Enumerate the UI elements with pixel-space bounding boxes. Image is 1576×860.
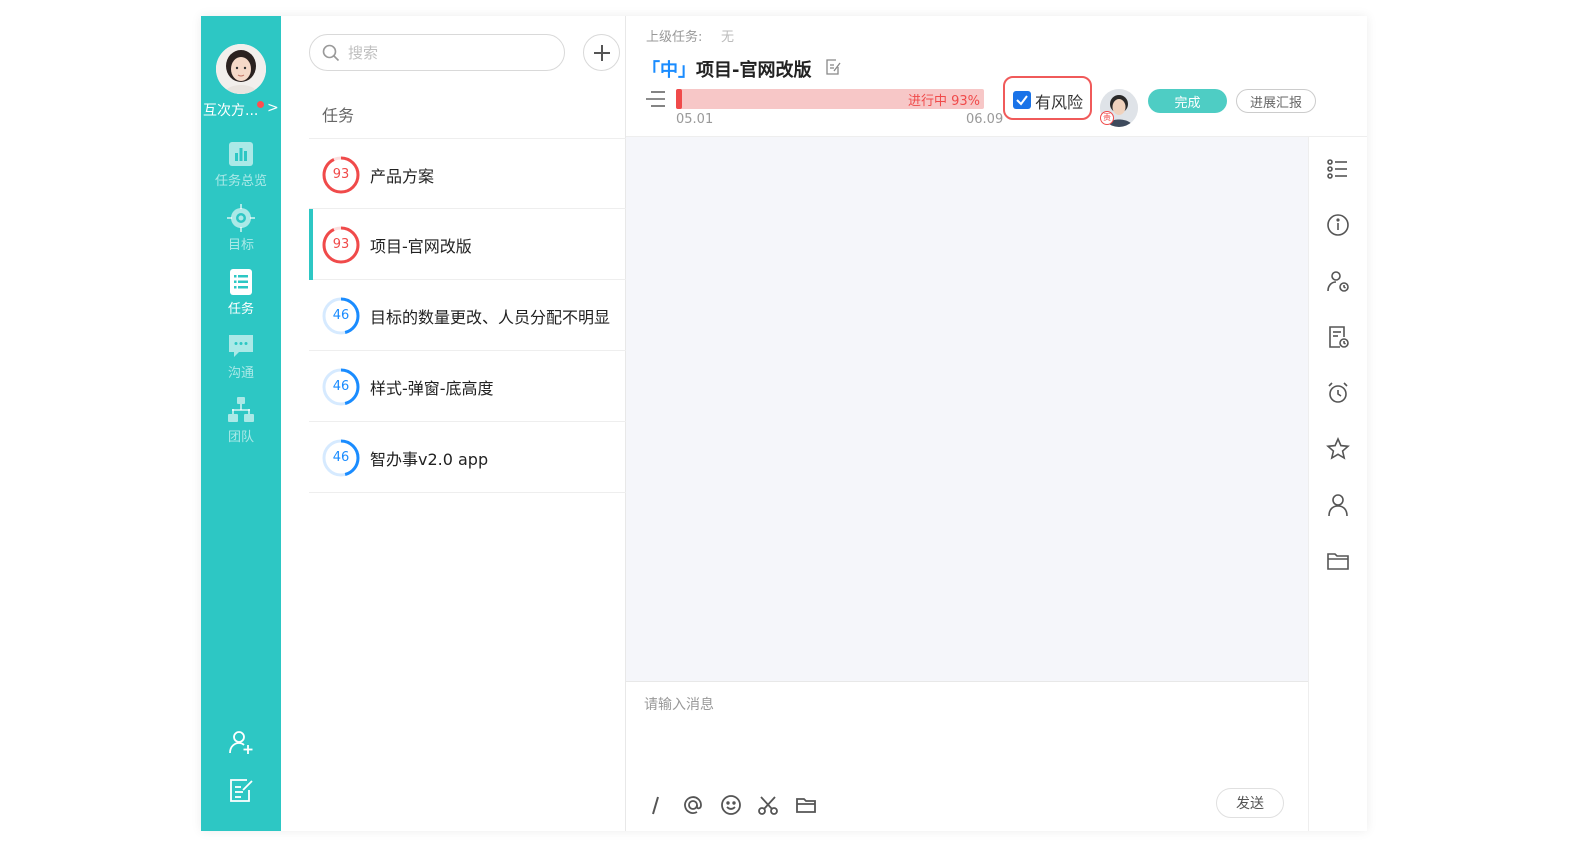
progress-report-button[interactable]: 进展汇报 [1236,89,1316,113]
nav-item-tasks[interactable]: 任务 [201,268,281,317]
nav-label: 沟通 [227,366,254,381]
progress-ring-label: 93 [332,237,350,252]
divider [626,681,1308,682]
risk-label: 有风险 [1035,93,1084,112]
task-list-icon [230,269,252,295]
priority-tag[interactable]: 「中」 [642,56,696,82]
risk-toggle[interactable]: 有风险 [1003,76,1092,120]
document-clock-icon[interactable] [1326,325,1350,349]
target-icon [227,204,255,232]
scissors-icon[interactable] [756,793,780,817]
progress-ring-label: 93 [332,167,350,182]
task-title: 样式-弹窗-底高度 [370,379,494,398]
right-toolbar [1308,137,1367,831]
chart-icon [229,142,253,166]
folder-icon[interactable] [1326,549,1350,573]
task-item[interactable]: 46 目标的数量更改、人员分配不明显 [309,280,626,351]
task-item[interactable]: 46 样式-弹窗-底高度 [309,351,626,422]
info-icon[interactable] [1326,213,1350,237]
nav-item-chat[interactable]: 沟通 [201,332,281,381]
task-detail: 上级任务: 无 「中」 项目-官网改版 进行中 93% 05.01 06.09 [626,16,1367,831]
user-avatar[interactable] [216,44,266,94]
add-task-button[interactable] [583,34,620,71]
progress-bar[interactable]: 进行中 93% [676,89,984,109]
message-input[interactable] [644,694,1284,774]
owner-badge: 责 [1100,111,1114,125]
progress-ring-label: 46 [332,379,350,394]
search-input[interactable] [348,43,548,63]
check-icon [1016,95,1028,106]
complete-button[interactable]: 完成 [1148,89,1227,113]
nav-label: 任务总览 [214,174,267,189]
star-icon[interactable] [1326,437,1350,461]
search-box[interactable] [309,34,565,71]
notification-dot [257,101,264,108]
mention-icon[interactable] [681,793,705,817]
nav-label: 任务 [227,302,254,317]
start-date: 05.01 [676,112,714,127]
risk-checkbox[interactable] [1013,91,1031,109]
task-list-panel: 任务 93 产品方案 93 项目-官网改版 46 目标的数量更改、人员分配不明显… [281,16,626,831]
task-title: 项目-官网改版 [370,237,472,256]
end-date: 06.09 [966,112,1004,127]
parent-task-value: 无 [721,30,735,45]
nav-item-overview[interactable]: 任务总览 [201,140,281,189]
progress-ring-label: 46 [332,450,350,465]
alarm-clock-icon[interactable] [1326,381,1350,405]
person-icon[interactable] [1326,493,1350,517]
task-item[interactable]: 93 产品方案 [309,138,626,209]
notes-icon[interactable] [227,776,255,804]
user-name[interactable]: 互次方... [203,100,258,120]
edit-icon[interactable] [824,58,842,76]
nav-item-team[interactable]: 团队 [201,396,281,445]
task-title: 目标的数量更改、人员分配不明显 [370,308,611,327]
folder-icon[interactable] [794,793,818,817]
app-window: 互次方... > 任务总览 目标 任务 沟通 团队 搜索 任务 93 产品方案 … [201,16,1367,831]
checklist-icon[interactable] [1326,157,1350,181]
task-title: 产品方案 [370,167,435,186]
task-item-selected[interactable]: 93 项目-官网改版 [309,209,626,280]
menu-icon[interactable] [645,89,667,109]
task-title: 智办事v2.0 app [370,450,489,469]
nav-label: 目标 [227,238,254,253]
sidebar: 互次方... > 任务总览 目标 任务 沟通 团队 [201,16,281,831]
progress-ring-label: 46 [332,308,350,323]
plus-icon [594,45,610,61]
task-name[interactable]: 项目-官网改版 [696,56,811,82]
task-list: 93 产品方案 93 项目-官网改版 46 目标的数量更改、人员分配不明显 46… [309,138,626,493]
user-clock-icon[interactable] [1326,269,1350,293]
progress-bar-fill [676,89,682,109]
section-title: 任务 [322,106,355,125]
add-contact-icon[interactable] [227,728,255,756]
message-area [626,137,1308,681]
emoji-icon[interactable] [719,793,743,817]
chevron-right-icon[interactable]: > [267,100,279,116]
progress-text: 进行中 93% [907,94,980,109]
task-item[interactable]: 46 智办事v2.0 app [309,422,626,493]
send-button[interactable]: 发送 [1216,788,1284,818]
chat-icon [229,335,253,357]
nav-label: 团队 [227,430,254,445]
org-chart-icon [228,397,254,422]
slash-command-icon[interactable] [644,793,668,817]
search-icon [322,44,340,62]
nav-item-goals[interactable]: 目标 [201,204,281,253]
parent-task-label: 上级任务: [646,30,703,45]
